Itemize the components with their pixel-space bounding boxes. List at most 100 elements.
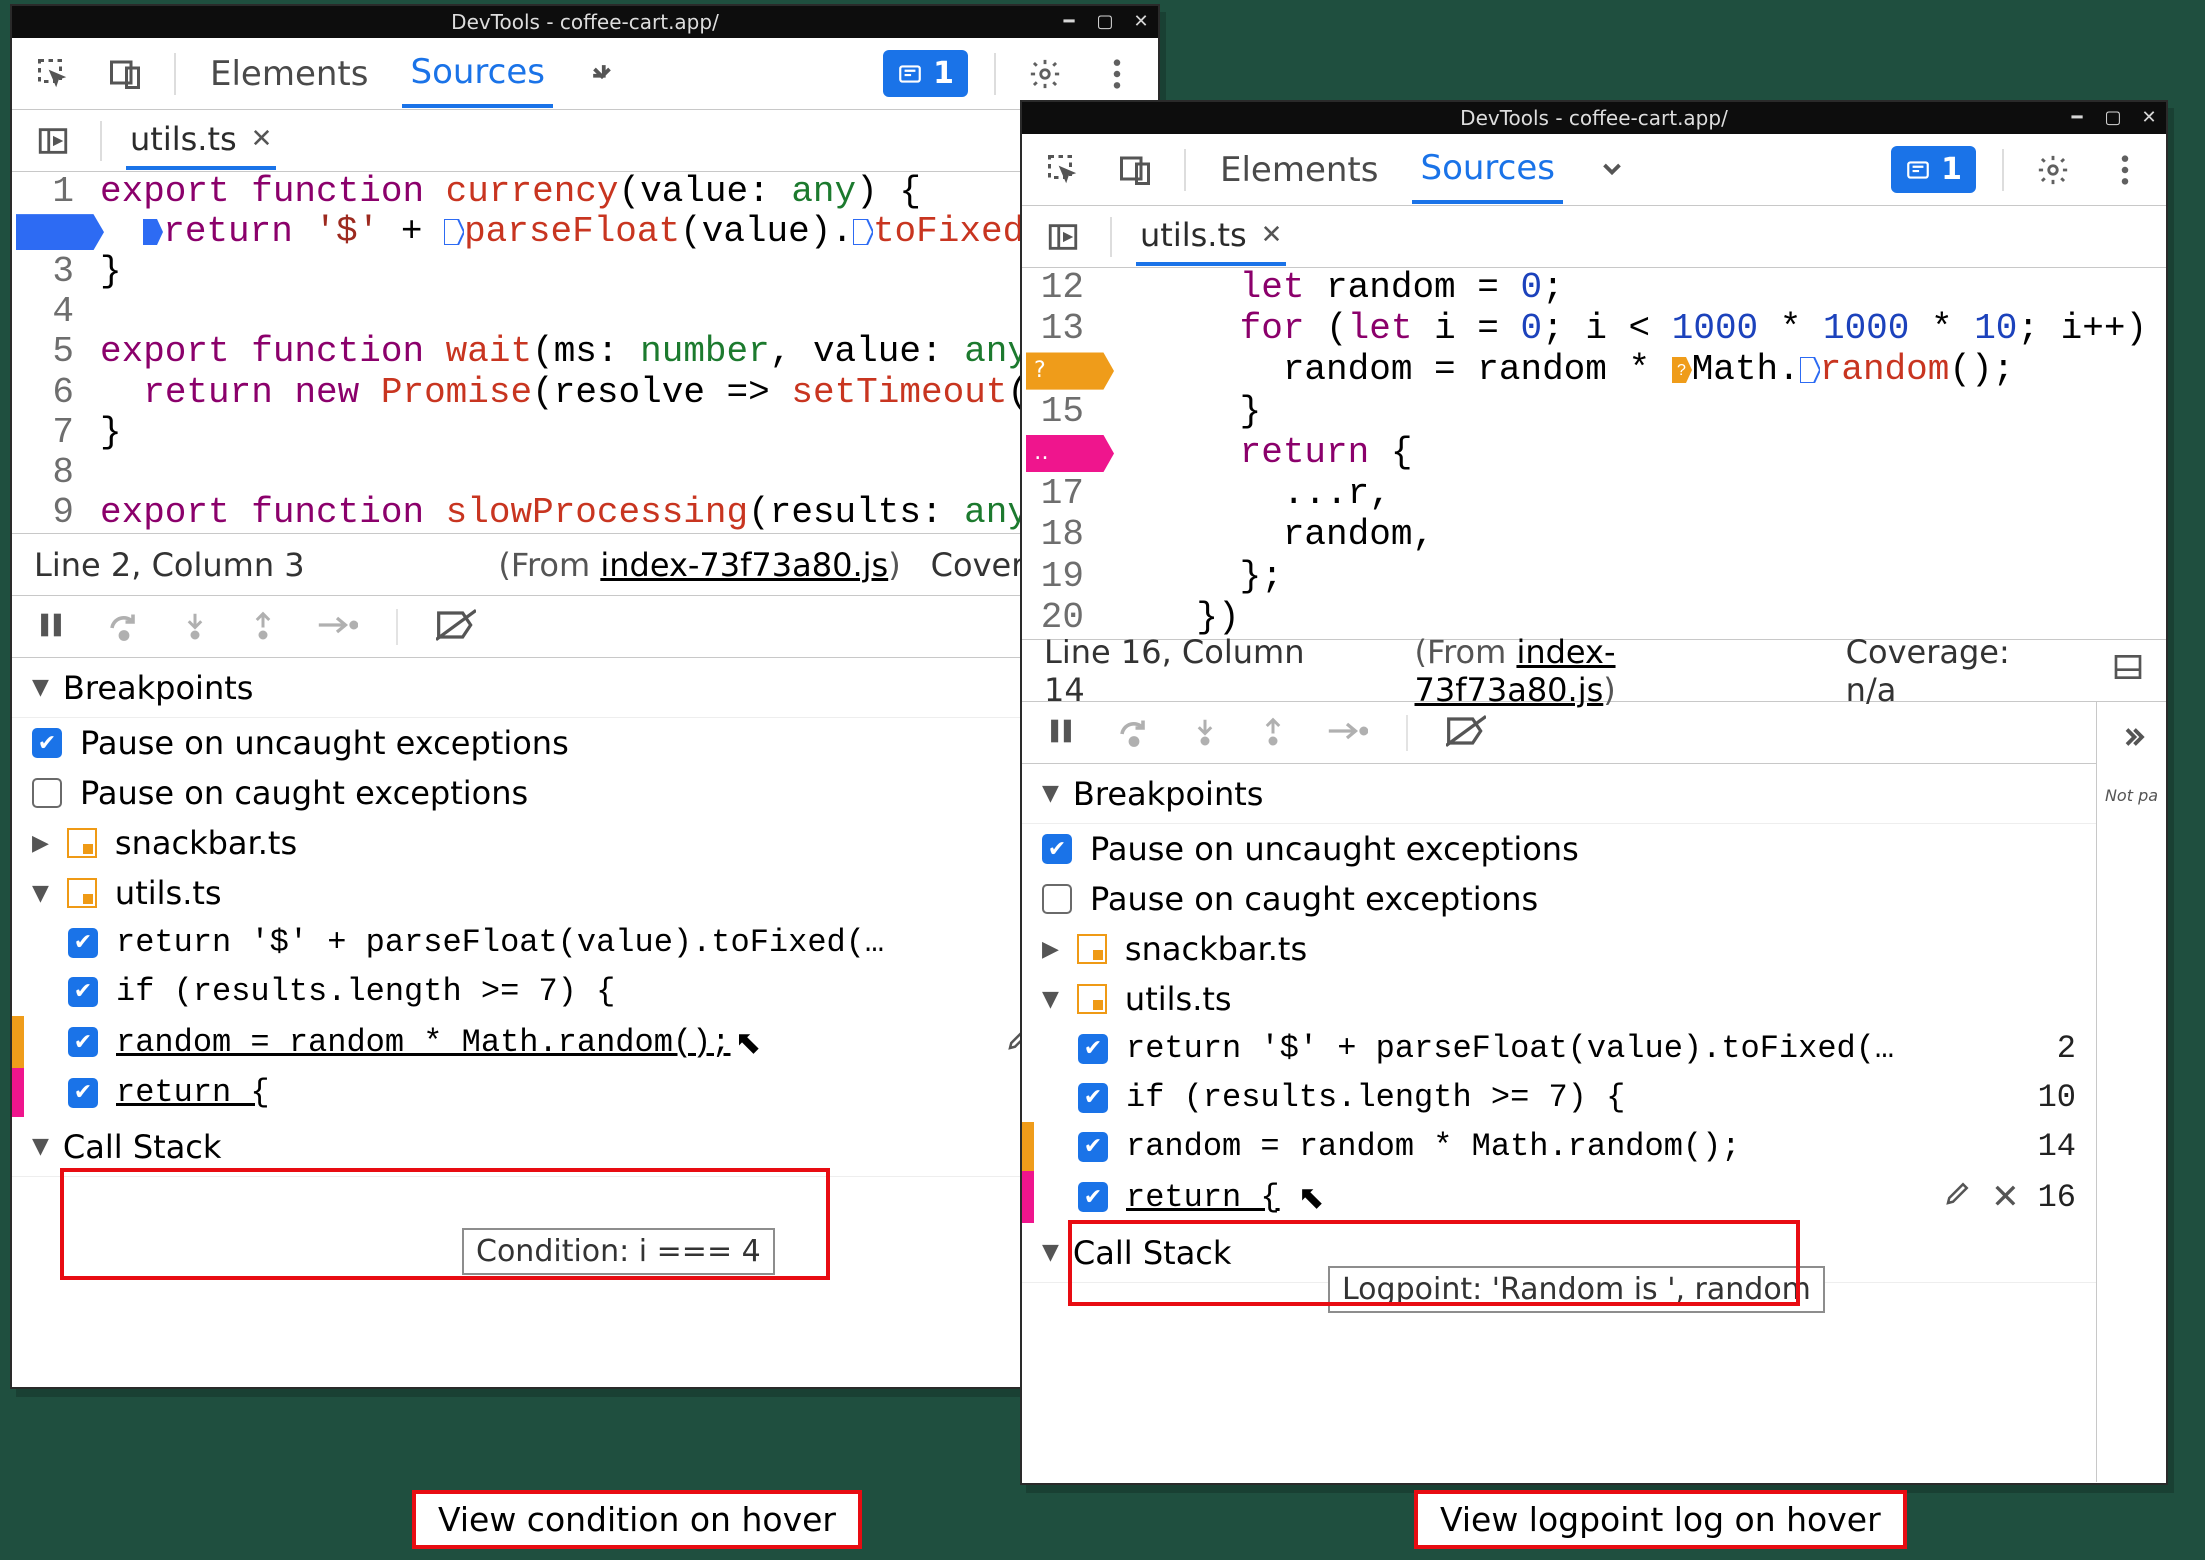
inspect-element-icon[interactable] [30,51,76,97]
divider [1184,149,1186,191]
pause-caught-row[interactable]: Pause on caught exceptions [1022,874,2096,924]
inline-breakpoint-icon[interactable] [143,219,163,245]
cursor-icon: ⬉ [735,1023,762,1061]
toggle-navigator-icon[interactable] [1040,214,1086,260]
source-map-link[interactable]: index-73f73a80.js [600,546,888,584]
divider [2002,149,2004,191]
breakpoint-row[interactable]: ✔if (results.length >= 7) {10 [1022,1073,2096,1122]
tab-elements[interactable]: Elements [202,42,376,106]
edit-breakpoint-icon[interactable] [1943,1178,1973,1216]
settings-icon[interactable] [1022,51,1068,97]
checkbox-checked[interactable]: ✔ [1078,1132,1108,1162]
breakpoint-row[interactable]: ✔if (results.length >= 7) {10 [12,967,1158,1016]
step-over-icon[interactable] [106,607,142,647]
breakpoints-title: Breakpoints [1073,775,1264,813]
breakpoint-row[interactable]: ✔return '$' + parseFloat(value).toFixed(… [12,918,1158,967]
code-editor[interactable]: 12 let random = 0; 13 for (let i = 0; i … [1022,268,2166,640]
checkbox-checked[interactable]: ✔ [68,977,98,1007]
file-tab-bar: utils.ts ✕ [12,110,1158,172]
checkbox-unchecked[interactable] [32,778,62,808]
inline-breakpoint-icon[interactable] [853,219,873,245]
checkbox-checked[interactable]: ✔ [32,728,62,758]
checkbox-unchecked[interactable] [1042,884,1072,914]
remove-breakpoint-icon[interactable]: ✕ [1991,1177,2020,1217]
file-tab-utils[interactable]: utils.ts ✕ [1136,208,1286,266]
checkbox-checked[interactable]: ✔ [1078,1083,1108,1113]
divider [1406,715,1408,751]
toggle-navigator-icon[interactable] [30,118,76,164]
more-tabs-icon[interactable] [1589,147,1635,193]
file-name-label: utils.ts [115,874,222,912]
checkbox-checked[interactable]: ✔ [1042,834,1072,864]
more-tabs-icon[interactable] [579,51,625,97]
pause-caught-row[interactable]: Pause on caught exceptions [12,768,1158,818]
minimize-button[interactable]: ━ [1058,10,1080,32]
step-out-icon[interactable] [248,607,278,647]
breakpoint-line: 14 [2038,1128,2076,1165]
inline-breakpoint-icon[interactable]: ? [1672,357,1692,383]
call-stack-header[interactable]: ▼Call Stack [12,1117,1158,1177]
kebab-menu-icon[interactable] [1094,51,1140,97]
inline-breakpoint-icon[interactable] [1800,357,1820,383]
inspect-element-icon[interactable] [1040,147,1086,193]
side-panel-collapsed[interactable]: Not pa [2096,702,2166,1482]
maximize-button[interactable]: ▢ [2102,106,2124,128]
file-group-utils[interactable]: ▼utils.ts [1022,974,2096,1024]
divider [1110,217,1112,257]
devtools-window-left: DevTools - coffee-cart.app/ ━ ▢ ✕ Elemen… [10,4,1160,1389]
device-toolbar-icon[interactable] [1112,147,1158,193]
pause-uncaught-row[interactable]: ✔Pause on uncaught exceptions [12,718,1158,768]
checkbox-checked[interactable]: ✔ [68,1027,98,1057]
checkbox-checked[interactable]: ✔ [68,1078,98,1108]
close-tab-icon[interactable]: ✕ [251,124,273,154]
inline-breakpoint-icon[interactable] [444,219,464,245]
deactivate-breakpoints-icon[interactable] [1446,715,1486,751]
pause-uncaught-row[interactable]: ✔Pause on uncaught exceptions [1022,824,2096,874]
issues-chip[interactable]: 1 [883,50,968,97]
pause-icon[interactable] [1044,714,1078,752]
minimize-button[interactable]: ━ [2066,106,2088,128]
step-into-icon[interactable] [1190,713,1220,753]
breakpoint-row[interactable]: ✔return {16 [12,1068,1158,1117]
kebab-menu-icon[interactable] [2102,147,2148,193]
breakpoint-code: return { [116,1074,270,1111]
tab-sources[interactable]: Sources [1412,136,1563,204]
breakpoints-header[interactable]: ▼Breakpoints [1022,764,2096,824]
titlebar[interactable]: DevTools - coffee-cart.app/ ━ ▢ ✕ [12,6,1158,38]
step-over-icon[interactable] [1116,713,1152,753]
tab-sources[interactable]: Sources [402,40,553,108]
maximize-button[interactable]: ▢ [1094,10,1116,32]
tab-elements[interactable]: Elements [1212,138,1386,202]
checkbox-checked[interactable]: ✔ [1078,1182,1108,1212]
settings-icon[interactable] [2030,147,2076,193]
file-group-snackbar[interactable]: ▶snackbar.ts [1022,924,2096,974]
close-button[interactable]: ✕ [1130,10,1152,32]
breakpoint-row-hovered[interactable]: ✔ return { ⬉ ✕ 16 [1022,1171,2096,1223]
checkbox-checked[interactable]: ✔ [68,928,98,958]
file-tab-utils[interactable]: utils.ts ✕ [126,112,276,170]
step-icon[interactable] [316,610,358,644]
close-button[interactable]: ✕ [2138,106,2160,128]
step-out-icon[interactable] [1258,713,1288,753]
breakpoints-header[interactable]: ▼Breakpoints [12,658,1158,718]
issues-chip[interactable]: 1 [1891,146,1976,193]
breakpoint-row[interactable]: ✔return '$' + parseFloat(value).toFixed(… [1022,1024,2096,1073]
breakpoint-row[interactable]: ✔random = random * Math.random();14 [1022,1122,2096,1171]
file-group-utils[interactable]: ▼utils.ts [12,868,1158,918]
file-group-snackbar[interactable]: ▶snackbar.ts [12,818,1158,868]
titlebar[interactable]: DevTools - coffee-cart.app/ ━ ▢ ✕ [1022,102,2166,134]
issues-count: 1 [1941,152,1962,187]
toggle-drawer-icon[interactable] [2112,651,2144,691]
device-toolbar-icon[interactable] [102,51,148,97]
checkbox-checked[interactable]: ✔ [1078,1034,1108,1064]
close-tab-icon[interactable]: ✕ [1261,220,1283,250]
expand-panel-icon[interactable] [2117,722,2147,756]
step-icon[interactable] [1326,716,1368,750]
step-into-icon[interactable] [180,607,210,647]
pause-icon[interactable] [34,608,68,646]
code-editor[interactable]: 1export function currency(value: any) { … [12,172,1158,534]
call-stack-title: Call Stack [1073,1234,1232,1272]
file-tab-bar: utils.ts ✕ [1022,206,2166,268]
breakpoint-row-hovered[interactable]: ✔ random = random * Math.random(); ⬉ ✕ 1… [12,1016,1158,1068]
deactivate-breakpoints-icon[interactable] [436,609,476,645]
